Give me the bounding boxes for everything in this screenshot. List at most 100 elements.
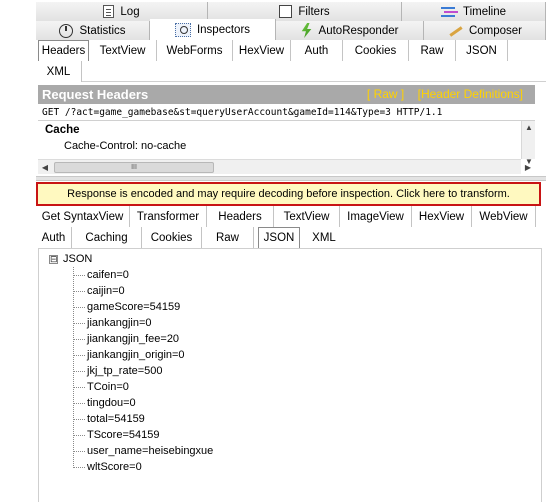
response-tab-label: Headers — [218, 210, 262, 223]
response-tab-xml[interactable]: XML — [304, 227, 344, 248]
scroll-left-arrow-icon[interactable]: ◀ — [38, 160, 52, 175]
raw-link[interactable]: [ Raw ] — [367, 87, 404, 101]
json-tree-node[interactable]: jiankangjin_fee=20 — [73, 331, 179, 347]
request-tab-auth[interactable]: Auth — [291, 40, 343, 61]
json-root-node[interactable]: ⊟ JSON — [49, 253, 92, 265]
tab-timeline-label: Timeline — [462, 5, 507, 18]
tab-log-label: Log — [120, 5, 140, 18]
request-vertical-scrollbar[interactable]: ▲ ▼ — [521, 121, 536, 166]
cache-section-title: Cache — [45, 124, 80, 136]
collapse-icon[interactable]: ⊟ — [49, 254, 58, 264]
response-tab-json[interactable]: JSON — [258, 227, 300, 248]
request-tab-label: HexView — [238, 44, 285, 57]
response-tab-transformer[interactable]: Transformer — [130, 206, 207, 227]
response-tab-cookies[interactable]: Cookies — [142, 227, 202, 248]
request-tab-json[interactable]: JSON — [456, 40, 508, 61]
json-tree-node[interactable]: jiankangjin=0 — [73, 315, 152, 331]
request-tab-strip: Headers TextView WebForms HexView Auth C… — [36, 40, 546, 82]
request-tab-label: JSON — [466, 44, 497, 57]
json-tree-node[interactable]: TCoin=0 — [73, 379, 129, 395]
panel-splitter[interactable] — [36, 176, 546, 181]
json-node-label: jiankangjin=0 — [87, 317, 152, 329]
json-tree-node[interactable]: tingdou=0 — [73, 395, 136, 411]
response-tab-imageview[interactable]: ImageView — [340, 206, 412, 227]
json-tree-node[interactable]: wltScore=0 — [73, 459, 142, 475]
json-tree-node[interactable]: total=54159 — [73, 411, 145, 427]
top-tab-row-1: Log Filters Timeline — [36, 2, 546, 22]
transform-banner[interactable]: Response is encoded and may require deco… — [36, 182, 541, 206]
request-tab-raw[interactable]: Raw — [409, 40, 456, 61]
cache-control-header: Cache-Control: no-cache — [64, 140, 187, 152]
json-tree-node[interactable]: TScore=54159 — [73, 427, 159, 443]
request-headers-title: Request Headers — [42, 87, 149, 102]
inspectors-icon — [174, 23, 191, 37]
json-root-label: JSON — [63, 253, 93, 265]
tab-inspectors[interactable]: Inspectors — [150, 19, 276, 41]
json-tree-node[interactable]: jkj_tp_rate=500 — [73, 363, 163, 379]
scroll-up-arrow-icon[interactable]: ▲ — [522, 121, 536, 135]
response-tab-label: WebView — [479, 210, 528, 223]
response-tab-raw[interactable]: Raw — [202, 227, 254, 248]
response-tab-hexview[interactable]: HexView — [412, 206, 472, 227]
json-node-label: TCoin=0 — [87, 381, 129, 393]
response-tab-label: TextView — [283, 210, 330, 223]
response-tab-caching[interactable]: Caching — [72, 227, 142, 248]
transform-banner-text: Response is encoded and may require deco… — [67, 188, 510, 200]
json-node-label: tingdou=0 — [87, 397, 136, 409]
response-tab-syntaxview[interactable]: Get SyntaxView — [36, 206, 130, 227]
header-definitions-link[interactable]: [Header Definitions] — [418, 87, 523, 101]
request-line: GET /?act=game_gamebase&st=queryUserAcco… — [38, 104, 535, 121]
tab-timeline[interactable]: Timeline — [402, 2, 546, 22]
response-tab-strip: Get SyntaxView Transformer Headers TextV… — [36, 206, 546, 248]
response-tab-label: Transformer — [136, 210, 200, 223]
lightning-icon — [301, 23, 312, 38]
request-tab-headers[interactable]: Headers — [38, 40, 89, 61]
response-tab-label: HexView — [418, 210, 465, 223]
json-node-label: jiankangjin_origin=0 — [87, 349, 185, 361]
response-tab-label: Caching — [85, 231, 128, 244]
statistics-icon — [59, 23, 74, 38]
response-tab-headers[interactable]: Headers — [207, 206, 274, 227]
tab-composer[interactable]: Composer — [424, 21, 546, 41]
request-tab-label: XML — [46, 65, 71, 78]
request-horizontal-scrollbar[interactable]: ◀ III ▶ — [38, 159, 531, 175]
tab-composer-label: Composer — [468, 24, 523, 37]
request-tab-xml[interactable]: XML — [36, 61, 82, 82]
scroll-thumb[interactable]: III — [54, 162, 214, 173]
request-tab-label: WebForms — [166, 44, 223, 57]
top-tab-row-2: Statistics Inspectors AutoResponder Comp… — [36, 19, 546, 41]
response-tab-label: Auth — [41, 231, 66, 244]
request-tab-textview[interactable]: TextView — [89, 40, 157, 61]
json-tree-node[interactable]: caifen=0 — [73, 267, 129, 283]
tab-autoresponder[interactable]: AutoResponder — [276, 21, 424, 41]
tab-inspectors-label: Inspectors — [196, 24, 251, 36]
tab-statistics[interactable]: Statistics — [36, 21, 150, 41]
request-tab-label: Headers — [41, 45, 86, 57]
response-tab-label: Get SyntaxView — [41, 210, 124, 223]
response-tab-label: JSON — [263, 232, 295, 244]
json-node-label: total=54159 — [87, 413, 145, 425]
request-tab-webforms[interactable]: WebForms — [157, 40, 233, 61]
request-tab-hexview[interactable]: HexView — [233, 40, 291, 61]
json-tree-node[interactable]: caijin=0 — [73, 283, 125, 299]
json-tree-view: ⊟ JSON caifen=0 caijin=0 gameScore=54159… — [38, 248, 542, 502]
request-tab-cookies[interactable]: Cookies — [343, 40, 409, 61]
response-tab-textview[interactable]: TextView — [274, 206, 340, 227]
pencil-icon — [447, 24, 463, 38]
json-node-label: jiankangjin_fee=20 — [87, 333, 180, 345]
response-tab-auth[interactable]: Auth — [36, 227, 72, 248]
response-tab-label: XML — [312, 231, 336, 244]
json-tree-node[interactable]: gameScore=54159 — [73, 299, 180, 315]
response-tab-webview[interactable]: WebView — [472, 206, 536, 227]
json-node-label: caifen=0 — [87, 269, 129, 281]
response-tab-label: ImageView — [347, 210, 404, 223]
json-tree-node[interactable]: user_name=heisebingxue — [73, 443, 213, 459]
request-tab-label: TextView — [99, 44, 146, 57]
request-tab-label: Cookies — [354, 44, 397, 57]
tab-filters-label: Filters — [298, 5, 330, 18]
json-node-label: TScore=54159 — [87, 429, 160, 441]
json-node-label: jkj_tp_rate=500 — [87, 365, 163, 377]
scroll-right-arrow-icon[interactable]: ▶ — [521, 160, 535, 175]
json-tree-node[interactable]: jiankangjin_origin=0 — [73, 347, 185, 363]
response-tab-label: Cookies — [150, 231, 193, 244]
